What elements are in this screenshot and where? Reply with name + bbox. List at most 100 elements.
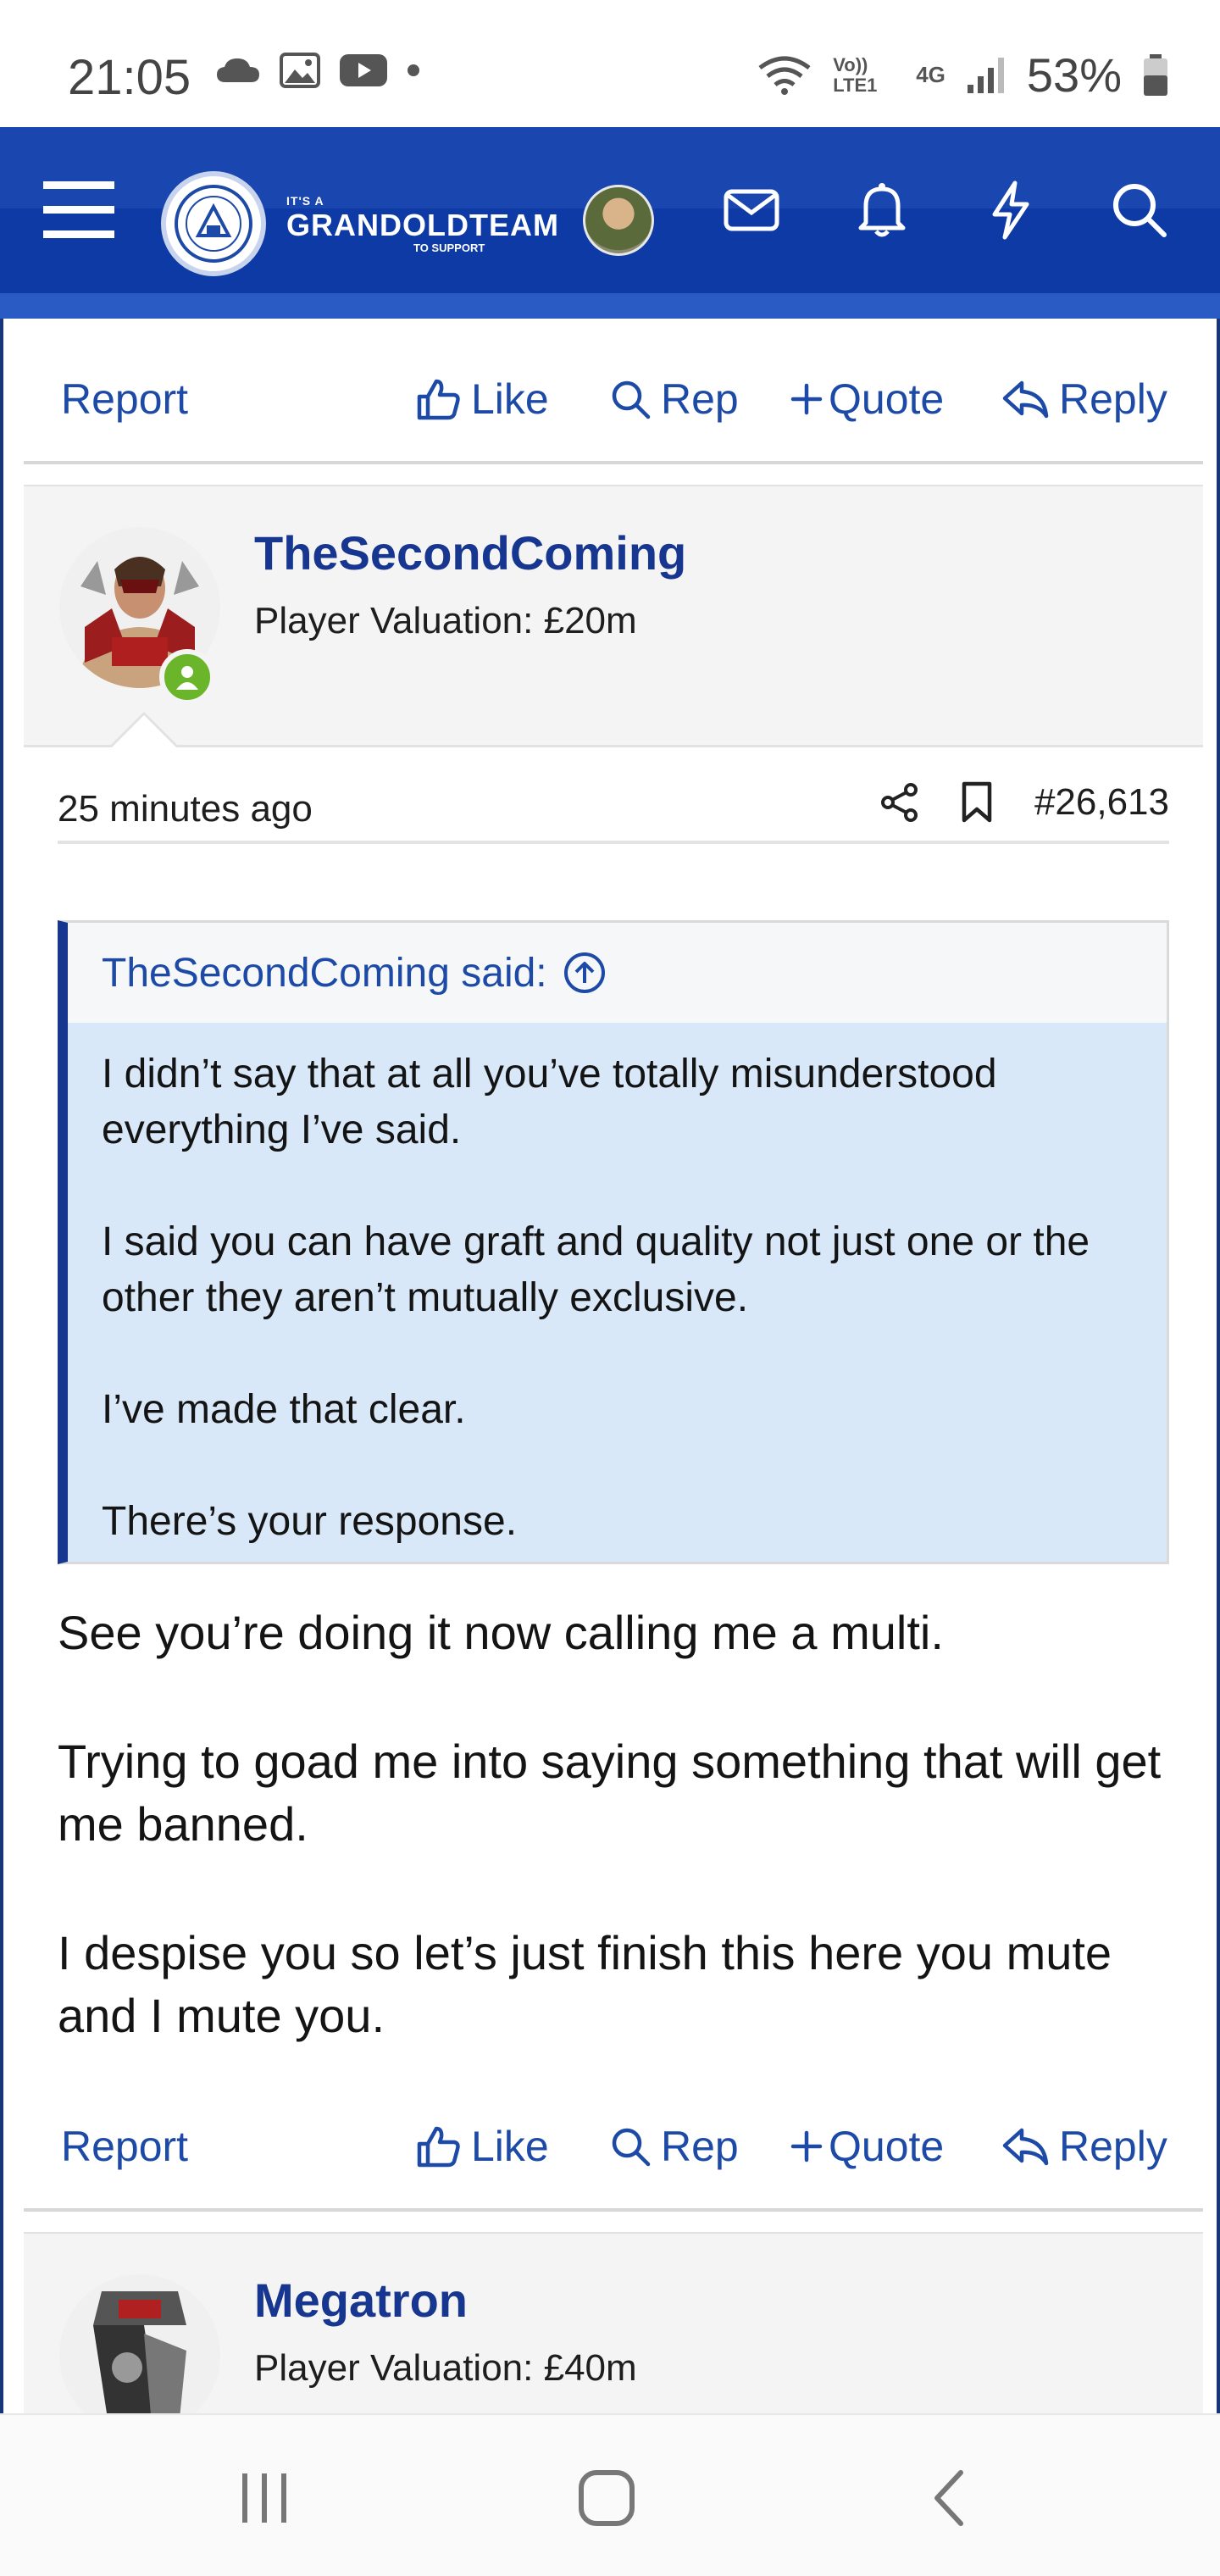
wifi-icon	[758, 56, 811, 95]
quote-author: TheSecondComing said:	[102, 950, 547, 996]
envelope-icon	[724, 189, 779, 231]
menu-button[interactable]	[32, 161, 125, 259]
bookmark-icon[interactable]	[960, 781, 994, 824]
reply-label: Reply	[1059, 375, 1167, 423]
back-button[interactable]	[898, 2456, 1000, 2540]
report-link[interactable]: Report	[61, 375, 188, 424]
pointer-arrow	[112, 715, 176, 747]
quote-paragraph: I didn’t say that at all you’ve totally …	[102, 1052, 997, 1152]
dot-icon	[408, 64, 419, 76]
reply-label: Reply	[1059, 2123, 1167, 2170]
message-paragraph: I despise you so let’s just finish this …	[58, 1926, 1112, 2042]
next-post-user-title: Player Valuation: £40m	[254, 2347, 637, 2389]
logo-sub-text: TO SUPPORT	[413, 241, 485, 254]
quote-body: I didn’t say that at all you’ve totally …	[102, 1046, 1144, 1606]
youtube-icon	[340, 54, 387, 86]
online-status-icon	[159, 649, 215, 705]
system-icons: Vo)) LTE1 4G 53%	[757, 47, 1169, 103]
post-divider	[24, 2208, 1203, 2212]
quote-button[interactable]: Quote	[790, 375, 944, 424]
share-icon[interactable]	[880, 782, 919, 823]
post-username[interactable]: TheSecondComing	[254, 525, 686, 580]
post-meta-actions: #26,613	[880, 781, 1169, 824]
whats-new-button[interactable]	[964, 161, 1057, 259]
post-actions-previous: Report Like Rep Quote Reply	[3, 346, 1220, 447]
post-divider	[24, 461, 1203, 464]
quote-paragraph: I’ve made that clear.	[102, 1387, 466, 1432]
plus-icon	[790, 383, 823, 415]
search-button[interactable]	[1093, 161, 1186, 259]
magnifier-icon	[612, 2128, 651, 2167]
reply-button[interactable]: Reply	[1001, 375, 1167, 424]
rep-label: Rep	[661, 2123, 739, 2170]
quote-header[interactable]: TheSecondComing said:	[68, 923, 1167, 1023]
signal-icon	[967, 57, 1004, 93]
lightning-icon	[992, 180, 1029, 240]
message-paragraph: Trying to goad me into saying something …	[58, 1735, 1162, 1851]
next-post-username[interactable]: Megatron	[254, 2273, 468, 2328]
rep-button[interactable]: Rep	[610, 2122, 739, 2171]
magnifier-icon	[612, 380, 651, 419]
cloud-icon	[217, 58, 259, 82]
like-button[interactable]: Like	[417, 375, 549, 424]
recent-apps-icon	[242, 2473, 286, 2523]
site-header: IT'S A GRANDOLDTEAM TO SUPPORT	[0, 127, 1220, 319]
reply-button[interactable]: Reply	[1001, 2122, 1167, 2171]
account-avatar[interactable]	[583, 185, 654, 256]
crest-icon	[161, 171, 266, 276]
post-meta-row: 25 minutes ago #26,613	[58, 768, 1169, 844]
next-post-user-block: Megatron Player Valuation: £40m	[24, 2232, 1203, 2435]
like-label: Like	[471, 2123, 549, 2170]
rep-button[interactable]: Rep	[610, 375, 739, 424]
quote-label: Quote	[829, 2123, 945, 2170]
home-button[interactable]	[556, 2456, 657, 2540]
quote-paragraph: There’s your response.	[102, 1499, 518, 1544]
search-icon	[1113, 184, 1167, 237]
quote-button[interactable]: Quote	[790, 2122, 944, 2171]
message-paragraph: See you’re doing it now calling me a mul…	[58, 1606, 944, 1659]
alerts-button[interactable]	[835, 161, 929, 259]
like-button[interactable]: Like	[417, 2122, 549, 2171]
thread-content: Report Like Rep Quote Reply TheSecondCom…	[0, 319, 1220, 2435]
thumbs-up-icon	[417, 379, 460, 420]
post-time[interactable]: 25 minutes ago	[58, 788, 313, 830]
notification-icons	[215, 53, 420, 88]
inbox-button[interactable]	[705, 161, 798, 259]
plus-icon	[790, 2130, 823, 2162]
system-navigation-bar	[0, 2413, 1220, 2576]
post-number[interactable]: #26,613	[1034, 781, 1169, 824]
post-user-block: TheSecondComing Player Valuation: £20m	[24, 485, 1203, 747]
quote-label: Quote	[829, 375, 945, 423]
gallery-icon	[280, 53, 320, 88]
bell-icon	[858, 183, 906, 237]
back-icon	[934, 2470, 963, 2526]
arrow-up-circle-icon	[563, 952, 605, 993]
reply-icon	[1002, 2128, 1049, 2166]
battery-icon	[1144, 53, 1167, 96]
recent-apps-button[interactable]	[214, 2456, 315, 2540]
like-label: Like	[471, 375, 549, 423]
rep-label: Rep	[661, 375, 739, 423]
user-avatar[interactable]	[59, 2274, 220, 2435]
header-bottom-strip	[0, 293, 1220, 319]
megatron-avatar-image	[59, 2274, 220, 2435]
home-icon	[579, 2470, 635, 2526]
logo-top-text: IT'S A	[286, 193, 324, 208]
quote-paragraph: I said you can have graft and quality no…	[102, 1219, 1090, 1320]
battery-percent: 53%	[1026, 48, 1122, 102]
status-bar: 21:05 Vo)) LTE1 4G 53%	[0, 0, 1220, 127]
network-type: 4G	[916, 62, 946, 87]
quote-block: TheSecondComing said: I didn’t say that …	[58, 920, 1169, 1564]
logo-wordmark: IT'S A GRANDOLDTEAM TO SUPPORT	[286, 195, 559, 253]
logo-main-text: GRANDOLDTEAM	[286, 207, 559, 242]
post-message: See you’re doing it now calling me a mul…	[58, 1602, 1176, 2113]
thumbs-up-icon	[417, 2126, 460, 2168]
site-logo[interactable]: IT'S A GRANDOLDTEAM TO SUPPORT	[161, 171, 559, 276]
report-link[interactable]: Report	[61, 2122, 188, 2171]
post-actions: Report Like Rep Quote Reply	[3, 2093, 1220, 2195]
reply-icon	[1002, 380, 1049, 419]
status-time: 21:05	[68, 50, 191, 105]
volte-indicator: Vo)) LTE1	[833, 53, 878, 96]
user-title: Player Valuation: £20m	[254, 600, 637, 641]
menu-icon	[43, 181, 114, 238]
